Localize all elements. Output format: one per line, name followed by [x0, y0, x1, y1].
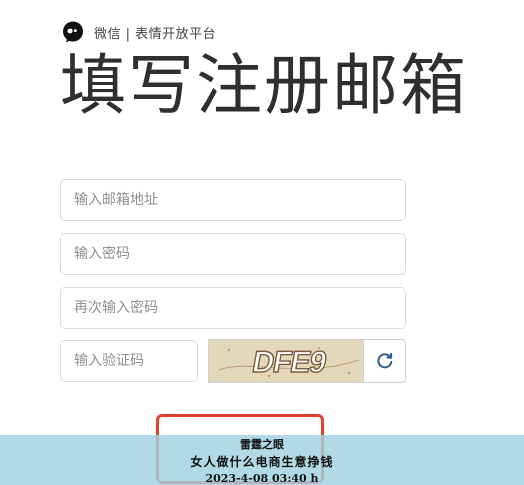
captcha-input[interactable]	[60, 340, 198, 382]
page-title: 填写注册邮箱	[60, 47, 468, 124]
password-input[interactable]	[60, 233, 406, 275]
captcha-text: DFE9	[250, 346, 329, 379]
brand-header: 微信 | 表情开放平台	[62, 21, 216, 43]
watermark-line-2: 女人做什么电商生意挣钱	[190, 455, 334, 469]
confirm-password-input[interactable]	[60, 287, 406, 329]
brand-text: 微信 | 表情开放平台	[94, 26, 217, 42]
captcha-graphic: DFE9	[209, 340, 363, 382]
wechat-bubble-icon	[63, 21, 83, 43]
refresh-icon	[376, 352, 392, 369]
captcha-image[interactable]: DFE9	[208, 339, 364, 383]
email-input[interactable]	[60, 179, 406, 221]
watermark-line-3: 2023-4-08 03:40 h	[205, 472, 319, 485]
watermark-banner: 雷霆之眼 女人做什么电商生意挣钱 2023-4-08 03:40 h	[0, 435, 524, 485]
captcha-refresh-button[interactable]	[363, 339, 406, 383]
watermark-line-1: 雷霆之眼	[240, 438, 284, 451]
